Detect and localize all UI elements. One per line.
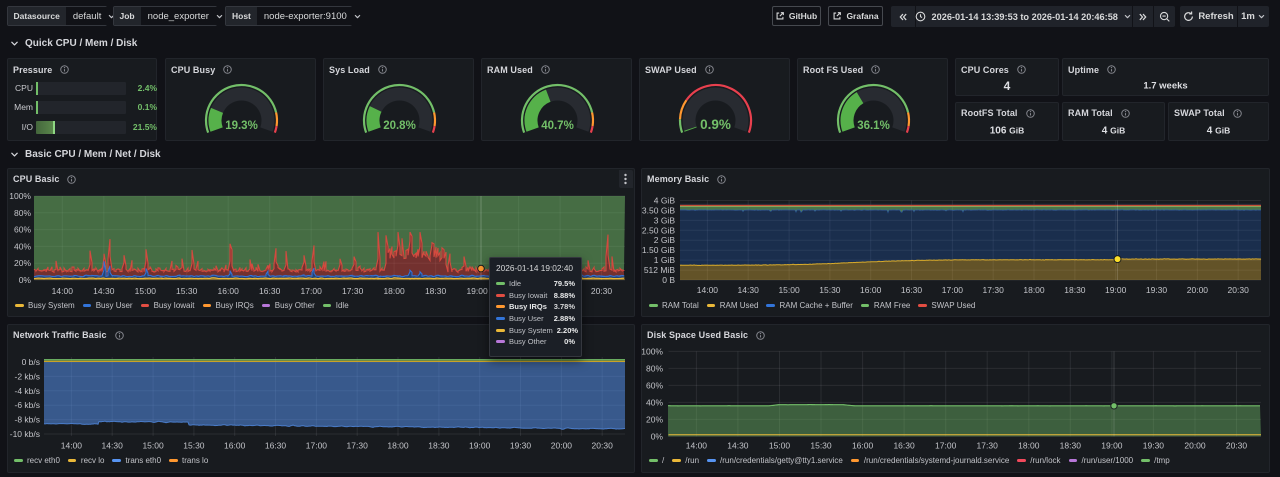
svg-text:0.9%: 0.9% [700,117,731,132]
svg-text:20.8%: 20.8% [383,120,416,132]
svg-text:40.7%: 40.7% [541,120,574,132]
svg-text:36.1%: 36.1% [857,120,890,132]
svg-text:19.3%: 19.3% [225,120,258,132]
